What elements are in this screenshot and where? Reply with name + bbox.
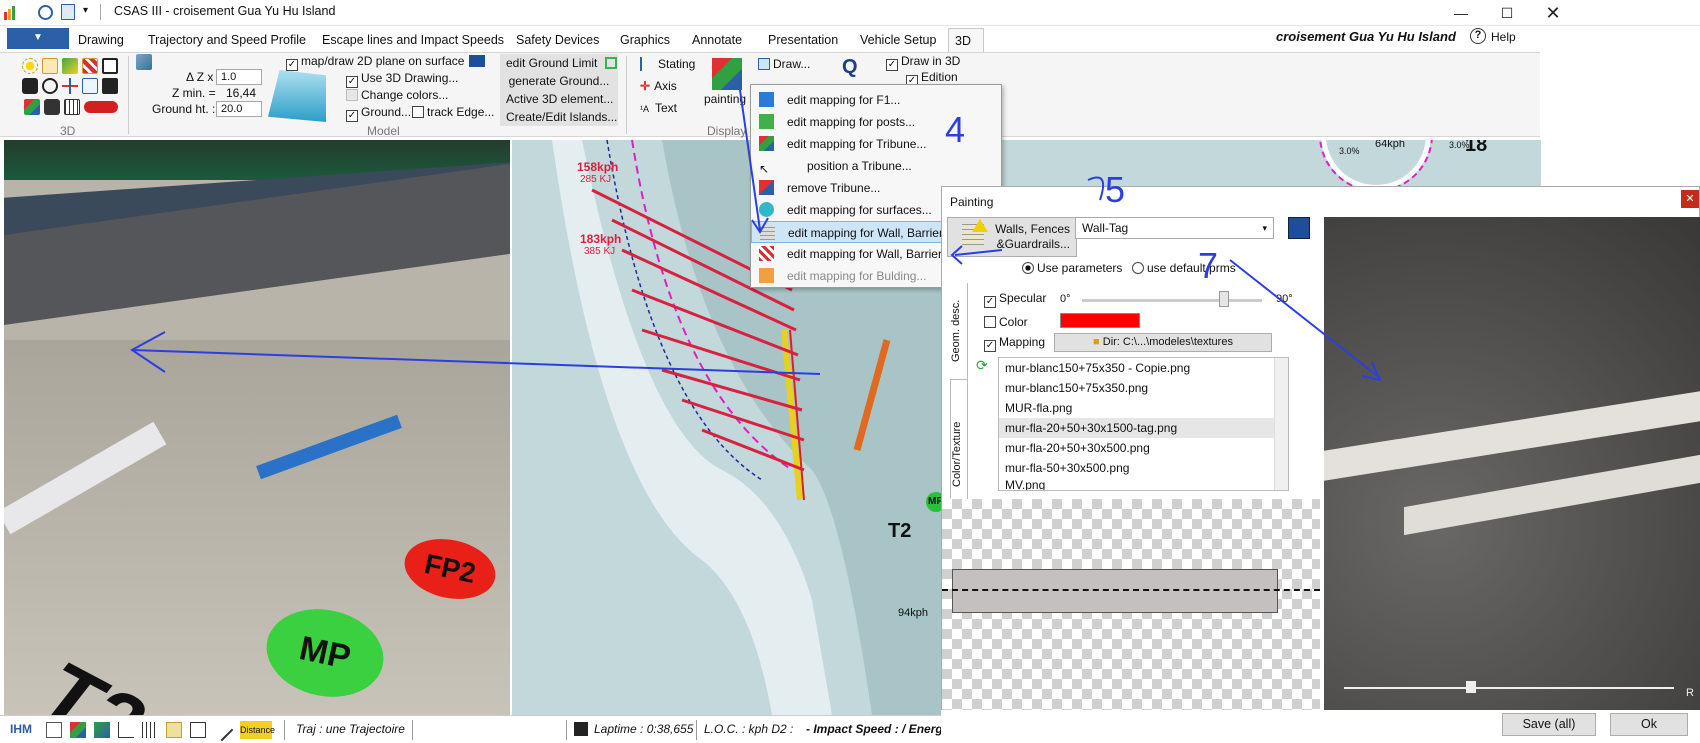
cube-green-icon[interactable] (94, 722, 110, 738)
divider (284, 720, 285, 740)
cube-icon[interactable] (70, 722, 86, 738)
divider (412, 720, 413, 740)
save-all-button[interactable]: Save (all) (1502, 713, 1596, 736)
annotation-overlay: 4 5 7 (130, 89, 1382, 382)
annotation-7: 7 (1198, 245, 1218, 286)
clapper-icon (574, 722, 588, 736)
annotation-5: 5 (1105, 169, 1125, 210)
annotation-4: 4 (945, 109, 965, 150)
laptime-status: Laptime : 0:38,655 (594, 722, 694, 736)
trajectory-status: Traj : une Trajectoire (296, 722, 405, 736)
square-icon[interactable] (190, 722, 206, 738)
distance-ruler-button[interactable]: Distance (240, 721, 275, 739)
trajectory-icon[interactable] (166, 722, 182, 738)
ihm-label: IHM (10, 722, 32, 736)
grid-icon[interactable] (142, 722, 158, 738)
impact-speed-status: - Impact Speed : / Energ (806, 722, 943, 736)
tool-select-icon[interactable] (46, 722, 62, 738)
dialog-footer: Save (all) Ok (941, 710, 1700, 743)
chart-icon[interactable] (118, 722, 134, 738)
ok-button[interactable]: Ok (1610, 713, 1688, 736)
divider (696, 720, 697, 740)
divider (566, 720, 567, 740)
status-bar: IHM Distance Traj : une Trajectoire Lapt… (0, 715, 943, 743)
loc-status: L.O.C. : kph D2 : (704, 722, 794, 736)
pencil-icon[interactable] (210, 718, 234, 742)
